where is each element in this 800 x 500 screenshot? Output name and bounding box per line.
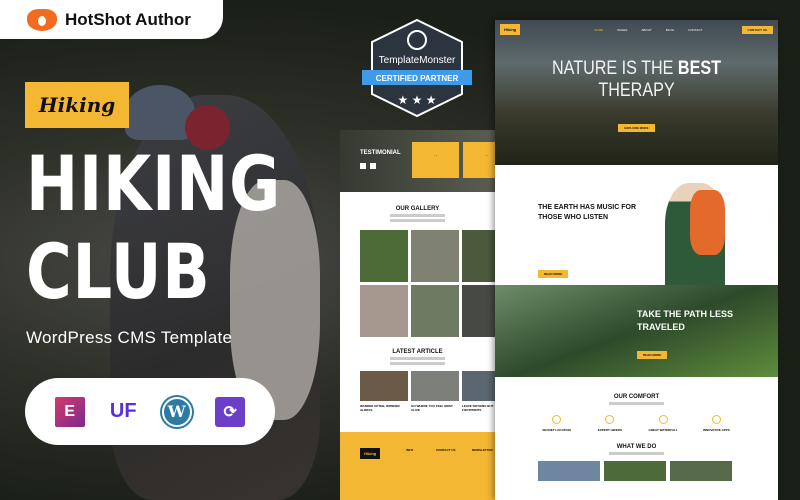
footer-col: CONTACT US: [436, 448, 456, 452]
article-link[interactable]: WANDER OFTEN, WONDER ALWAYS: [360, 404, 408, 412]
testimonial-title: TESTIMONIAL: [360, 150, 401, 156]
elementor-icon: E: [54, 396, 85, 427]
nav-item[interactable]: PAGES: [617, 28, 627, 32]
certified-partner-badge: TemplateMonster CERTIFIED PARTNER ★ ★ ★: [362, 18, 472, 118]
read-more-button[interactable]: READ MORE: [538, 270, 569, 278]
nav-item[interactable]: HOME: [594, 28, 603, 32]
main-title: HIKING CLUB: [26, 140, 281, 316]
subtitle: WordPress CMS Template: [26, 328, 233, 347]
gallery-grid: [360, 230, 495, 337]
preview-hero-title: NATURE IS THE BEST THERAPY: [516, 58, 757, 102]
feature-item: INNOVATIVE APPS: [696, 415, 736, 432]
badge-label: CERTIFIED PARTNER: [376, 74, 459, 83]
next-arrow-icon[interactable]: [370, 163, 376, 169]
hero-title-bold: BEST: [677, 58, 722, 79]
feature-item: GREAT WATERFALL: [643, 415, 683, 432]
earth-section: THE EARTH HAS MUSIC FOR THOSE WHO LISTEN …: [495, 165, 778, 285]
prev-arrow-icon[interactable]: [360, 163, 366, 169]
gallery-image[interactable]: [360, 230, 408, 282]
explore-button[interactable]: EXPLORE MORE: [618, 124, 655, 132]
article-link[interactable]: GO WHERE YOU FEEL MOST ALIVE: [411, 404, 459, 412]
comfort-section: OUR COMFORT SECRET LOCATION EXPERT HIKER…: [495, 377, 778, 481]
badge-brand: TemplateMonster: [379, 55, 456, 66]
article-title: LATEST ARTICLE: [392, 349, 443, 355]
testimonial-section: TESTIMONIAL “ ” “ ”: [340, 130, 495, 192]
brand-name: HotShot Author: [65, 9, 191, 29]
article-link[interactable]: LEAVE NOTHING BUT FOOTPRINTS: [462, 404, 495, 412]
star-icons: ★ ★ ★: [398, 93, 437, 107]
path-read-more-button[interactable]: READ MORE: [637, 351, 668, 359]
binoculars-icon: [711, 415, 721, 424]
hiking-tag: Hiking: [25, 82, 129, 128]
preview-hero: Hiking HOME PAGES ABOUT BLOG CONTACT CON…: [495, 20, 778, 165]
hero-title-line2: THERAPY: [598, 80, 675, 101]
path-title: TAKE THE PATH LESS TRAVELED: [637, 309, 734, 332]
footer-col: NEWSLETTER: [472, 448, 493, 452]
gallery-title: OUR GALLERY: [395, 206, 440, 212]
title-line-1: HIKING: [26, 139, 282, 228]
nav-item[interactable]: ABOUT: [641, 28, 651, 32]
service-image: [670, 461, 732, 481]
preview-logo[interactable]: Hiking: [500, 24, 521, 35]
feature-item: SECRET LOCATION: [537, 415, 577, 432]
gallery-image[interactable]: [462, 285, 495, 337]
brand-banner[interactable]: HotShot Author: [0, 0, 223, 39]
preview-nav: Hiking HOME PAGES ABOUT BLOG CONTACT CON…: [500, 24, 773, 35]
backpack-image: [690, 190, 725, 255]
preview-page-left: TESTIMONIAL “ ” “ ” OUR GALLERY LATEST A…: [340, 130, 495, 500]
title-line-2: CLUB: [26, 227, 211, 316]
contact-button[interactable]: CONTACT US: [741, 25, 773, 34]
gallery-image[interactable]: [411, 230, 459, 282]
articles: WANDER OFTEN, WONDER ALWAYS GO WHERE YOU…: [360, 371, 495, 412]
what-we-do-title: WHAT WE DO: [616, 444, 657, 450]
update-icon: ⟳: [215, 396, 246, 427]
footer-col: INFO: [406, 448, 414, 452]
hero-title-outline: NATURE IS THE: [551, 58, 674, 79]
preview-page-right: Hiking HOME PAGES ABOUT BLOG CONTACT CON…: [495, 20, 778, 500]
fox-icon: [27, 8, 57, 31]
quote-card: “ ”: [412, 142, 459, 178]
path-section: TAKE THE PATH LESS TRAVELED READ MORE: [495, 285, 778, 377]
tech-icons-bar: E UF W ⟳: [25, 378, 275, 445]
quote-card: “ ”: [463, 142, 495, 178]
gallery-image[interactable]: [360, 285, 408, 337]
wordpress-icon: W: [161, 396, 192, 427]
location-icon: [552, 415, 562, 424]
footer: Hiking INFO CONTACT US NEWSLETTER: [340, 432, 495, 500]
feature-item: EXPERT HIKERS: [590, 415, 630, 432]
comfort-title: OUR COMFORT: [613, 394, 660, 400]
earth-title: THE EARTH HAS MUSIC FOR THOSE WHO LISTEN: [538, 204, 636, 221]
service-image: [538, 461, 600, 481]
service-image: [604, 461, 666, 481]
gallery-image[interactable]: [411, 285, 459, 337]
waterfall-icon: [658, 415, 668, 424]
footer-logo: Hiking: [360, 448, 381, 459]
uf-icon: UF: [109, 400, 137, 422]
gallery-image[interactable]: [462, 230, 495, 282]
boot-icon: [605, 415, 615, 424]
nav-item[interactable]: CONTACT: [688, 28, 702, 32]
nav-item[interactable]: BLOG: [666, 28, 674, 32]
